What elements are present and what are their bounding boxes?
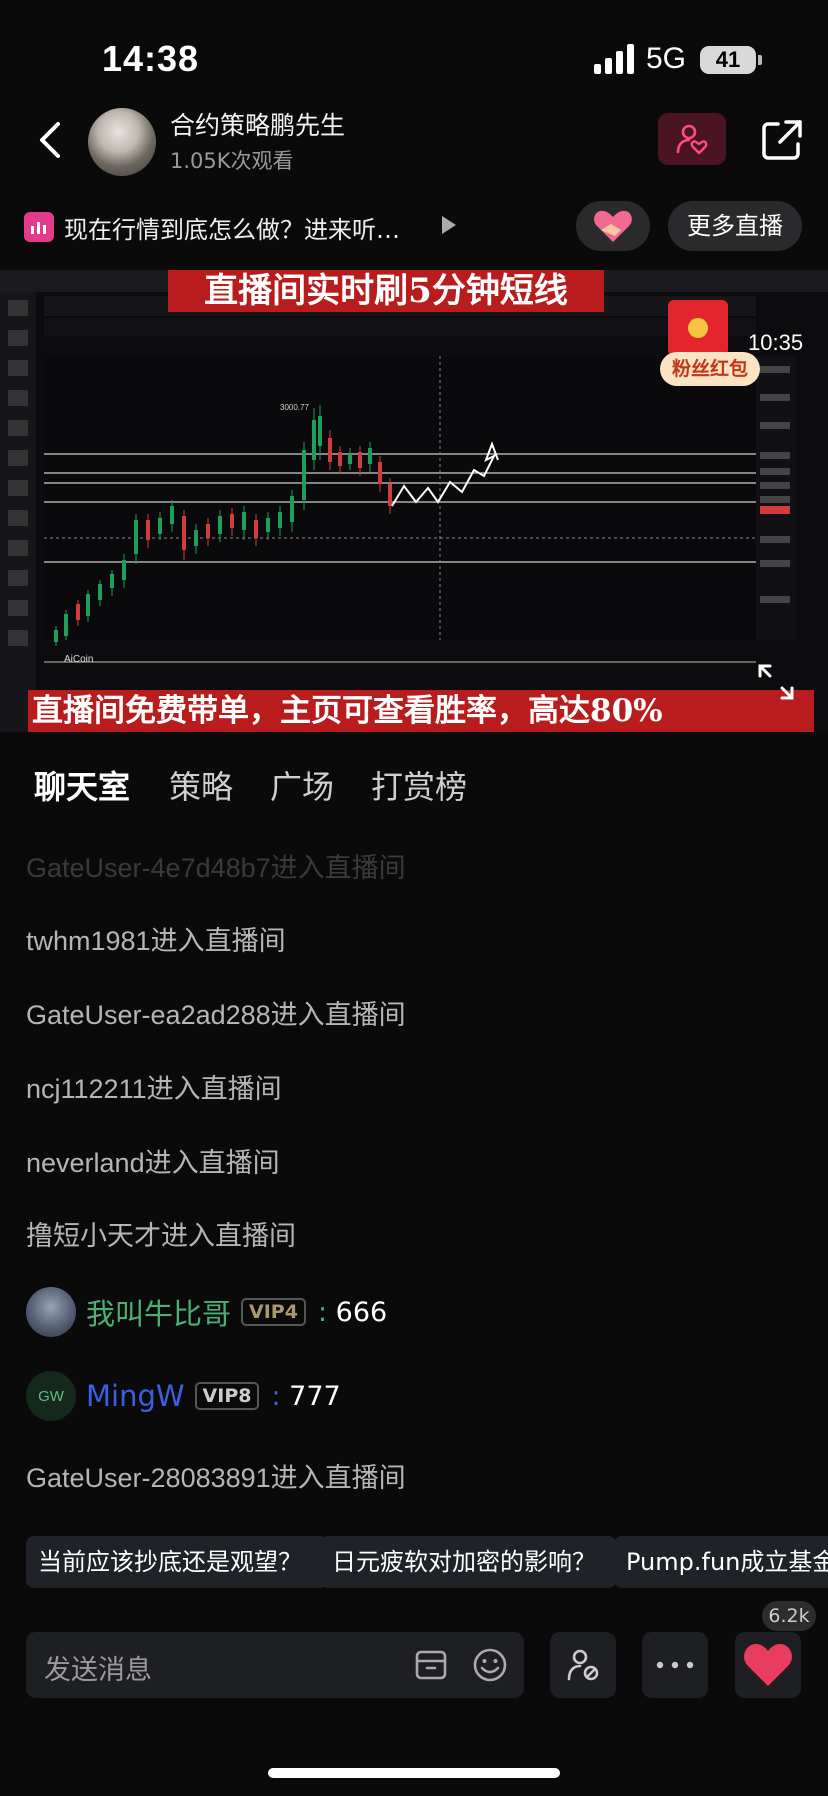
user-message-text: : 666 [317, 1296, 388, 1328]
quick-phrase-icon[interactable] [414, 1648, 448, 1682]
tab-chat-room[interactable]: 聊天室 [34, 762, 130, 808]
live-topic-icon [24, 212, 54, 242]
video-top-banner: 直播间实时刷5分钟短线 [168, 270, 604, 312]
suggestion-chip[interactable]: 日元疲软对加密的影响？ [320, 1536, 616, 1588]
chat-system-message: GateUser-ea2ad288进入直播间 [26, 1000, 406, 1030]
message-input-placeholder: 发送消息 [44, 1655, 152, 1686]
suggestion-chip[interactable]: Pump.fun成立基金， [614, 1536, 828, 1588]
chat-system-message: neverland进入直播间 [26, 1148, 280, 1178]
user-name[interactable]: MingW [86, 1379, 185, 1413]
fullscreen-icon[interactable] [756, 662, 796, 702]
more-dots-icon [656, 1661, 694, 1669]
suggestion-chip[interactable]: 当前应该抄底还是观望？ [26, 1536, 328, 1588]
person-heart-icon [676, 124, 708, 155]
more-live-button[interactable]: 更多直播 [668, 201, 802, 251]
red-packet-coin [688, 318, 708, 338]
connect-guest-button[interactable] [550, 1632, 616, 1698]
heart-hands-gift-button[interactable] [576, 201, 650, 251]
user-avatar[interactable]: GW [26, 1371, 76, 1421]
video-bottom-banner: 直播间免费带单，主页可查看胜率，高达80% [28, 690, 814, 732]
chat-system-message: GateUser-28083891进入直播间 [26, 1463, 406, 1493]
vip-badge: VIP4 [241, 1298, 306, 1326]
live-topic-title[interactable]: 现在行情到底怎么做？进来听… [64, 210, 400, 245]
tab-tip-ranking[interactable]: 打赏榜 [371, 762, 467, 808]
chat-system-message: twhm1981进入直播间 [26, 926, 286, 956]
host-avatar[interactable] [88, 108, 156, 176]
like-button[interactable] [735, 1632, 801, 1698]
user-message-text: : 777 [271, 1380, 341, 1412]
like-count-badge: 6.2k [762, 1601, 816, 1631]
chat-system-message: 撸短小天才进入直播间 [26, 1221, 296, 1251]
heart-hands-icon [594, 210, 632, 242]
host-name[interactable]: 合约策略鹏先生 [170, 106, 345, 142]
chat-message-faded: GateUser-4e7d48b7进入直播间 [26, 853, 406, 883]
status-time: 14:38 [102, 38, 200, 79]
chat-system-message: ncj112211进入直播间 [26, 1074, 282, 1104]
red-packet-countdown: 10:35 [748, 330, 804, 355]
follow-button[interactable] [658, 113, 726, 165]
person-settings-icon [567, 1649, 599, 1681]
user-name[interactable]: 我叫牛比哥 [86, 1291, 231, 1333]
battery-tip [758, 55, 762, 65]
chat-user-message: 我叫牛比哥 VIP4 : 666 [26, 1284, 387, 1340]
tab-square[interactable]: 广场 [270, 762, 334, 808]
play-triangle-icon[interactable] [442, 216, 456, 234]
network-type: 5G [646, 42, 687, 75]
more-options-button[interactable] [642, 1632, 708, 1698]
chart-high-label: 3000.77 [280, 403, 309, 412]
home-indicator[interactable] [268, 1768, 560, 1778]
heart-icon [744, 1644, 792, 1686]
back-arrow-icon[interactable] [36, 120, 64, 160]
emoji-icon[interactable] [472, 1647, 508, 1683]
red-packet-label[interactable]: 粉丝红包 [660, 352, 760, 386]
user-avatar[interactable] [26, 1287, 76, 1337]
signal-icon [594, 44, 634, 74]
viewer-count: 1.05K次观看 [170, 149, 294, 173]
battery-indicator: 41 [700, 46, 756, 74]
share-icon[interactable] [760, 118, 804, 162]
chat-user-message: GW MingW VIP8 : 777 [26, 1368, 341, 1424]
chart-watermark: AiCoin [64, 654, 93, 665]
vip-badge: VIP8 [194, 1382, 260, 1410]
tab-strategy[interactable]: 策略 [169, 762, 233, 808]
